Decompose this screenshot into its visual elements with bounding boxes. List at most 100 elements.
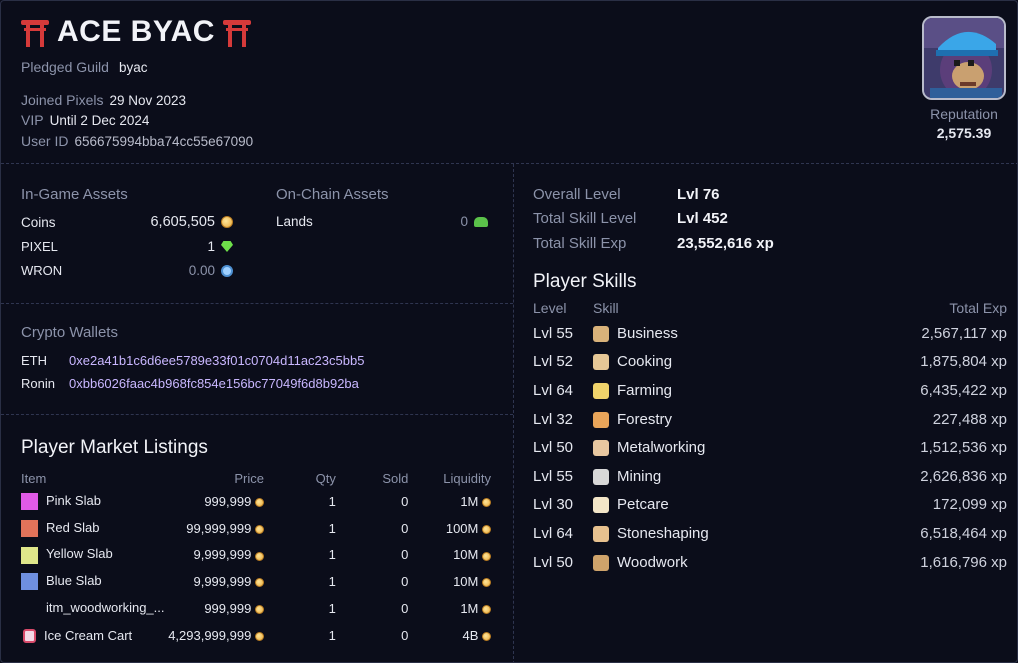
item-qty: 1 bbox=[328, 547, 336, 563]
coin-icon bbox=[254, 605, 264, 615]
item-liquidity: 1M bbox=[460, 601, 479, 617]
table-row[interactable]: Blue Slab 9,999,999 1 0 10M bbox=[21, 568, 491, 595]
reputation-value: 2,575.39 bbox=[936, 125, 992, 141]
coin-icon bbox=[482, 578, 491, 588]
joined-value: 29 Nov 2023 bbox=[109, 93, 187, 108]
table-row[interactable]: Pink Slab 999,999 1 0 1M bbox=[21, 488, 491, 515]
eth-address-link[interactable]: 0xe2a41b1c6d6ee5789e33f01c0704d11ac23c5b… bbox=[69, 353, 364, 368]
skill-level: Lvl 55 bbox=[533, 324, 574, 342]
item-qty: 1 bbox=[328, 574, 336, 590]
torii-gate-icon bbox=[21, 17, 49, 47]
coin-icon bbox=[254, 497, 264, 507]
profile-header: ACE BYAC Pledged Guild byac Joined Pixel… bbox=[1, 1, 1017, 164]
item-sold: 0 bbox=[401, 574, 409, 590]
total-skill-exp-label: Total Skill Exp bbox=[533, 235, 627, 252]
pixel-gem-icon bbox=[221, 241, 233, 252]
item-sold: 0 bbox=[401, 627, 409, 643]
item-name: Yellow Slab bbox=[46, 546, 113, 562]
col-item: Item bbox=[21, 470, 47, 486]
profile-card: ACE BYAC Pledged Guild byac Joined Pixel… bbox=[0, 0, 1018, 663]
ape-avatar-icon bbox=[924, 18, 1004, 98]
item-name: Pink Slab bbox=[46, 492, 101, 508]
col-level: Level bbox=[533, 300, 567, 316]
ice-cream-cart-icon bbox=[23, 629, 36, 644]
skill-name: Metalworking bbox=[617, 439, 706, 457]
ingame-assets-title: In-Game Assets bbox=[21, 186, 128, 203]
skill-row-forestry: Lvl 32 Forestry 227,488 xp bbox=[533, 405, 1007, 434]
crypto-wallets-title: Crypto Wallets bbox=[21, 324, 118, 341]
skill-exp: 2,626,836 xp bbox=[920, 467, 1007, 485]
item-sold: 0 bbox=[401, 493, 409, 509]
joined-label: Joined Pixels bbox=[21, 92, 104, 108]
lands-row: Lands 0 bbox=[276, 214, 488, 229]
col-price: Price bbox=[234, 470, 264, 486]
skill-name: Petcare bbox=[617, 496, 669, 514]
coins-row: Coins 6,605,505 bbox=[21, 214, 233, 230]
table-row[interactable]: Yellow Slab 9,999,999 1 0 10M bbox=[21, 542, 491, 569]
reputation-label: Reputation bbox=[930, 106, 998, 122]
vip-label: VIP bbox=[21, 112, 44, 128]
item-liquidity: 10M bbox=[453, 547, 479, 563]
metalworking-icon bbox=[593, 440, 609, 457]
skill-level: Lvl 64 bbox=[533, 524, 574, 542]
player-name: ACE BYAC bbox=[57, 15, 215, 48]
item-price: 4,293,999,999 bbox=[168, 627, 252, 643]
table-row[interactable]: Ice Cream Cart 4,293,999,999 1 0 4B bbox=[21, 622, 491, 649]
ronin-address-link[interactable]: 0xbb6026faac4b968fc854e156bc77049f6d8b92… bbox=[69, 376, 359, 391]
land-icon bbox=[474, 216, 488, 227]
mining-icon bbox=[593, 468, 609, 485]
wron-row: WRON 0.00 bbox=[21, 263, 233, 278]
user-id-label: User ID bbox=[21, 133, 69, 149]
skill-exp: 6,435,422 xp bbox=[920, 381, 1007, 399]
skill-name: Mining bbox=[617, 467, 662, 485]
skill-row-business: Lvl 55 Business 2,567,117 xp bbox=[533, 319, 1007, 348]
item-qty: 1 bbox=[328, 493, 336, 509]
lands-label: Lands bbox=[276, 214, 313, 229]
skill-name: Woodwork bbox=[617, 553, 688, 571]
business-icon bbox=[593, 325, 609, 342]
skill-exp: 2,567,117 xp bbox=[921, 324, 1007, 342]
item-liquidity: 10M bbox=[453, 574, 479, 590]
table-header-row: Level Skill Total Exp bbox=[533, 297, 1007, 319]
item-liquidity: 4B bbox=[462, 627, 479, 643]
pledged-guild-row: Pledged Guild byac bbox=[21, 59, 147, 75]
coins-label: Coins bbox=[21, 214, 56, 230]
item-color-swatch bbox=[21, 573, 38, 591]
pledged-guild-value[interactable]: byac bbox=[119, 60, 148, 75]
item-price: 999,999 bbox=[204, 601, 252, 617]
skill-exp: 1,512,536 xp bbox=[920, 439, 1007, 457]
skill-name: Forestry bbox=[617, 410, 673, 428]
player-skills-table: Level Skill Total Exp Lvl 55 Business 2,56… bbox=[533, 297, 1007, 576]
coin-icon bbox=[482, 551, 491, 561]
forestry-icon bbox=[593, 411, 609, 428]
ronin-label: Ronin bbox=[21, 376, 55, 391]
eth-label: ETH bbox=[21, 353, 47, 368]
skill-exp: 172,099 xp bbox=[932, 496, 1007, 514]
overall-level-label: Overall Level bbox=[533, 186, 621, 203]
item-name: Ice Cream Cart bbox=[44, 627, 133, 643]
coin-icon bbox=[254, 551, 264, 561]
table-row[interactable]: Red Slab 99,999,999 1 0 100M bbox=[21, 515, 491, 542]
item-name: itm_woodworking_... bbox=[46, 600, 165, 616]
col-liquidity: Liquidity bbox=[443, 470, 491, 486]
market-listings-title: Player Market Listings bbox=[21, 437, 208, 458]
pixel-value: 1 bbox=[207, 239, 215, 254]
avatar bbox=[922, 16, 1006, 100]
overall-level-value: Lvl 76 bbox=[677, 186, 720, 203]
coin-icon bbox=[482, 497, 491, 507]
petcare-icon bbox=[593, 497, 609, 514]
item-qty: 1 bbox=[328, 627, 336, 643]
skill-level: Lvl 50 bbox=[533, 439, 574, 457]
skill-level: Lvl 64 bbox=[533, 381, 574, 399]
table-row[interactable]: itm_woodworking_... 999,999 1 0 1M bbox=[21, 595, 491, 622]
item-qty: 1 bbox=[328, 601, 336, 617]
skill-level: Lvl 50 bbox=[533, 553, 574, 571]
skill-row-petcare: Lvl 30 Petcare 172,099 xp bbox=[533, 491, 1007, 520]
item-price: 9,999,999 bbox=[193, 574, 252, 590]
overall-level-row: Overall Level Lvl 76 bbox=[533, 186, 720, 203]
column-divider bbox=[513, 164, 514, 662]
stoneshaping-icon bbox=[593, 525, 609, 542]
total-skill-exp-value: 23,552,616 xp bbox=[677, 235, 774, 252]
col-sold: Sold bbox=[382, 470, 409, 486]
total-skill-level-row: Total Skill Level Lvl 452 bbox=[533, 210, 728, 227]
